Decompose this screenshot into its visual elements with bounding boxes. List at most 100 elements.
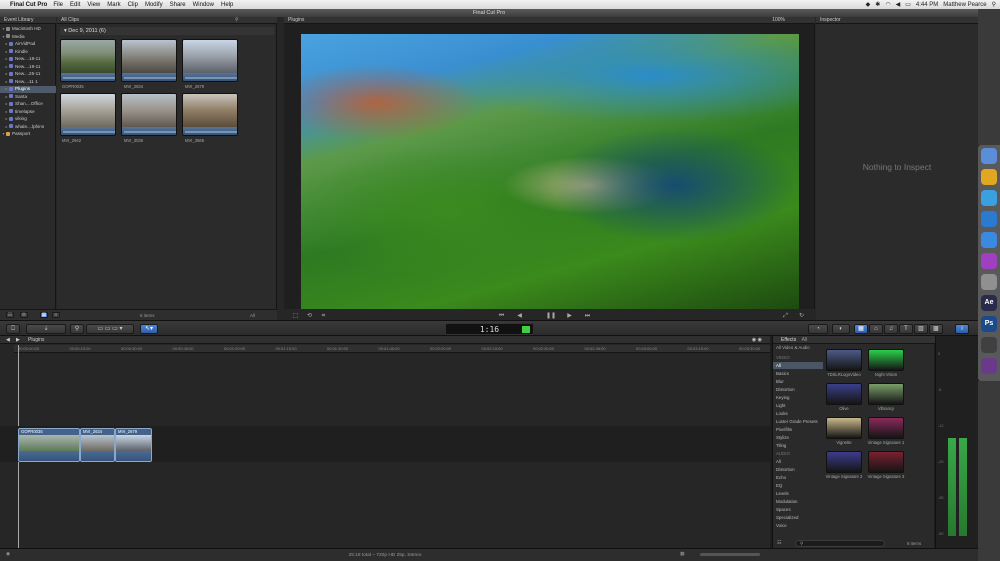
wifi-icon[interactable]: ◠ bbox=[885, 1, 890, 8]
menu-modify[interactable]: Modify bbox=[145, 2, 163, 8]
menu-app-name[interactable]: Final Cut Pro bbox=[10, 2, 47, 8]
effects-browser-icon[interactable]: ▦ bbox=[854, 324, 868, 334]
effects-search-input[interactable]: ⚲ bbox=[795, 540, 885, 547]
library-item[interactable]: ▸ New....19-11 bbox=[0, 64, 56, 71]
effects-category-item[interactable]: Spaces bbox=[773, 506, 823, 513]
library-item[interactable]: ▾ Media bbox=[0, 34, 56, 41]
viewer-rotate-icon[interactable]: ⟲ bbox=[306, 313, 313, 319]
library-item[interactable]: ▸ timelapse bbox=[0, 109, 56, 116]
clip-thumbnail[interactable] bbox=[60, 39, 116, 82]
themes-browser-icon[interactable]: ▩ bbox=[929, 324, 943, 334]
viewer-fit-icon[interactable]: ⬚ bbox=[292, 313, 299, 319]
effects-category-item[interactable]: Specialized bbox=[773, 514, 823, 521]
browser-search-icon[interactable]: ⚲ bbox=[235, 17, 239, 23]
inspector-toggle-icon[interactable]: i bbox=[955, 324, 969, 334]
viewer-zoom[interactable]: 100% bbox=[772, 17, 785, 24]
timeline-clip[interactable]: MVI_2679 bbox=[115, 428, 152, 462]
timeline-clip[interactable]: MVI_2634 bbox=[80, 428, 115, 462]
menu-help[interactable]: Help bbox=[221, 2, 233, 8]
effects-category-item[interactable]: Distortion bbox=[773, 466, 823, 473]
color-balance-icon[interactable]: ◐ bbox=[832, 324, 850, 334]
effect-thumbnail[interactable] bbox=[826, 417, 862, 439]
imovie-icon[interactable] bbox=[981, 253, 997, 269]
go-to-start-icon[interactable]: ⏮ bbox=[498, 313, 505, 319]
clip-thumbnail[interactable] bbox=[121, 93, 177, 136]
effect-thumbnail[interactable] bbox=[868, 417, 904, 439]
library-item[interactable]: ▾ Macintosh HD bbox=[0, 26, 56, 33]
effect-thumbnail[interactable] bbox=[826, 383, 862, 405]
filmstrip-view-button[interactable]: ▦ bbox=[40, 312, 48, 318]
user-name[interactable]: Matthew Pearce bbox=[943, 2, 986, 8]
library-item[interactable]: ▸ Shan....Office bbox=[0, 101, 56, 108]
effects-sidebar-toggle-icon[interactable]: ☷ bbox=[777, 540, 781, 546]
audio-level-mini-icon[interactable] bbox=[522, 326, 530, 333]
viewer-crop-icon[interactable]: ⌗ bbox=[320, 313, 327, 319]
timeline-ruler[interactable]: 00:00:00:00 00:00:15:00 00:00:30:00 00:00:4… bbox=[14, 345, 770, 353]
effects-category-item[interactable]: Basics bbox=[773, 370, 823, 377]
effects-category-item[interactable]: All bbox=[773, 458, 823, 465]
effects-category-item[interactable]: Light bbox=[773, 402, 823, 409]
effects-category-item[interactable]: Stylize bbox=[773, 434, 823, 441]
spotlight-icon[interactable]: ⚲ bbox=[992, 1, 996, 8]
menu-edit[interactable]: Edit bbox=[70, 2, 80, 8]
appstore-icon[interactable] bbox=[981, 211, 997, 227]
fcp-icon[interactable] bbox=[981, 337, 997, 353]
menu-mark[interactable]: Mark bbox=[107, 2, 120, 8]
library-item[interactable]: ▾ Passport bbox=[0, 131, 56, 138]
effects-category-item[interactable]: All bbox=[773, 362, 823, 369]
music-browser-icon[interactable]: ♫ bbox=[884, 324, 898, 334]
effects-category-item[interactable]: Distortion bbox=[773, 386, 823, 393]
library-item[interactable]: ▸ Plugins bbox=[0, 86, 56, 93]
show-library-button[interactable]: ☷ bbox=[6, 312, 14, 318]
browser-filter[interactable]: All bbox=[250, 313, 255, 318]
effects-filter[interactable]: All Video & Audio bbox=[776, 345, 810, 350]
record-voiceover-icon[interactable]: ⎕ bbox=[6, 324, 20, 334]
library-item[interactable]: ▸ New....25-11 bbox=[0, 71, 56, 78]
keyword-icon[interactable]: ⚲ bbox=[70, 324, 84, 334]
effects-category-item[interactable]: Keying bbox=[773, 394, 823, 401]
timeline-appearance-icon[interactable]: ▦ bbox=[680, 552, 685, 557]
library-item[interactable]: ▸ New....18-11 bbox=[0, 56, 56, 63]
clip-thumbnail[interactable] bbox=[121, 39, 177, 82]
library-item[interactable]: ▸ AirVidPad bbox=[0, 41, 56, 48]
step-forward-icon[interactable]: ▶ bbox=[566, 313, 573, 319]
volume-icon[interactable]: ◀ bbox=[896, 1, 901, 8]
background-tasks-icon[interactable]: ◔ bbox=[808, 324, 828, 334]
generators-browser-icon[interactable]: ▨ bbox=[914, 324, 928, 334]
after-effects-icon[interactable]: Ae bbox=[981, 295, 997, 311]
effect-thumbnail[interactable] bbox=[868, 451, 904, 473]
itunes-icon[interactable] bbox=[981, 232, 997, 248]
twitter-icon[interactable] bbox=[981, 190, 997, 206]
clip-thumbnail[interactable] bbox=[182, 39, 238, 82]
import-button[interactable]: ⇣ bbox=[26, 324, 66, 334]
effect-thumbnail[interactable] bbox=[826, 451, 862, 473]
menu-view[interactable]: View bbox=[87, 2, 100, 8]
clip-thumbnail[interactable] bbox=[60, 93, 116, 136]
finder-icon[interactable] bbox=[981, 148, 997, 164]
effect-thumbnail[interactable] bbox=[868, 383, 904, 405]
battery-icon[interactable]: ▭ bbox=[905, 1, 911, 8]
effects-category-item[interactable]: Modulation bbox=[773, 498, 823, 505]
library-item[interactable]: ▸ whale....lphins bbox=[0, 124, 56, 131]
library-item[interactable]: ▸ Santa bbox=[0, 94, 56, 101]
clip-thumbnail[interactable] bbox=[182, 93, 238, 136]
effect-thumbnail[interactable] bbox=[868, 349, 904, 371]
library-item[interactable]: ▸ viking bbox=[0, 116, 56, 123]
clock-text[interactable]: 4:44 PM bbox=[916, 2, 938, 8]
edit-buttons[interactable]: ▭ ▭ ▭ ▾ bbox=[86, 324, 134, 334]
effects-category-item[interactable]: Luster Grade Presets bbox=[773, 418, 823, 425]
timeline-options-icon[interactable]: ◉ ◉ bbox=[752, 336, 762, 344]
loop-icon[interactable]: ↻ bbox=[798, 313, 805, 319]
library-item[interactable]: ▸ Kindle bbox=[0, 49, 56, 56]
action-gear-button[interactable]: ⚙ bbox=[20, 312, 28, 318]
effects-header-all[interactable]: All bbox=[802, 337, 808, 343]
menu-window[interactable]: Window bbox=[193, 2, 214, 8]
select-tool-icon[interactable]: ↖▾ bbox=[140, 324, 158, 334]
effects-category-item[interactable]: EQ bbox=[773, 482, 823, 489]
list-view-button[interactable]: ≡ bbox=[52, 312, 60, 318]
zoom-slider[interactable] bbox=[700, 553, 760, 556]
effect-thumbnail[interactable] bbox=[826, 349, 862, 371]
effects-category-item[interactable]: Levels bbox=[773, 490, 823, 497]
chrome-icon[interactable] bbox=[981, 169, 997, 185]
library-item[interactable]: ▸ New....11 1 bbox=[0, 79, 56, 86]
